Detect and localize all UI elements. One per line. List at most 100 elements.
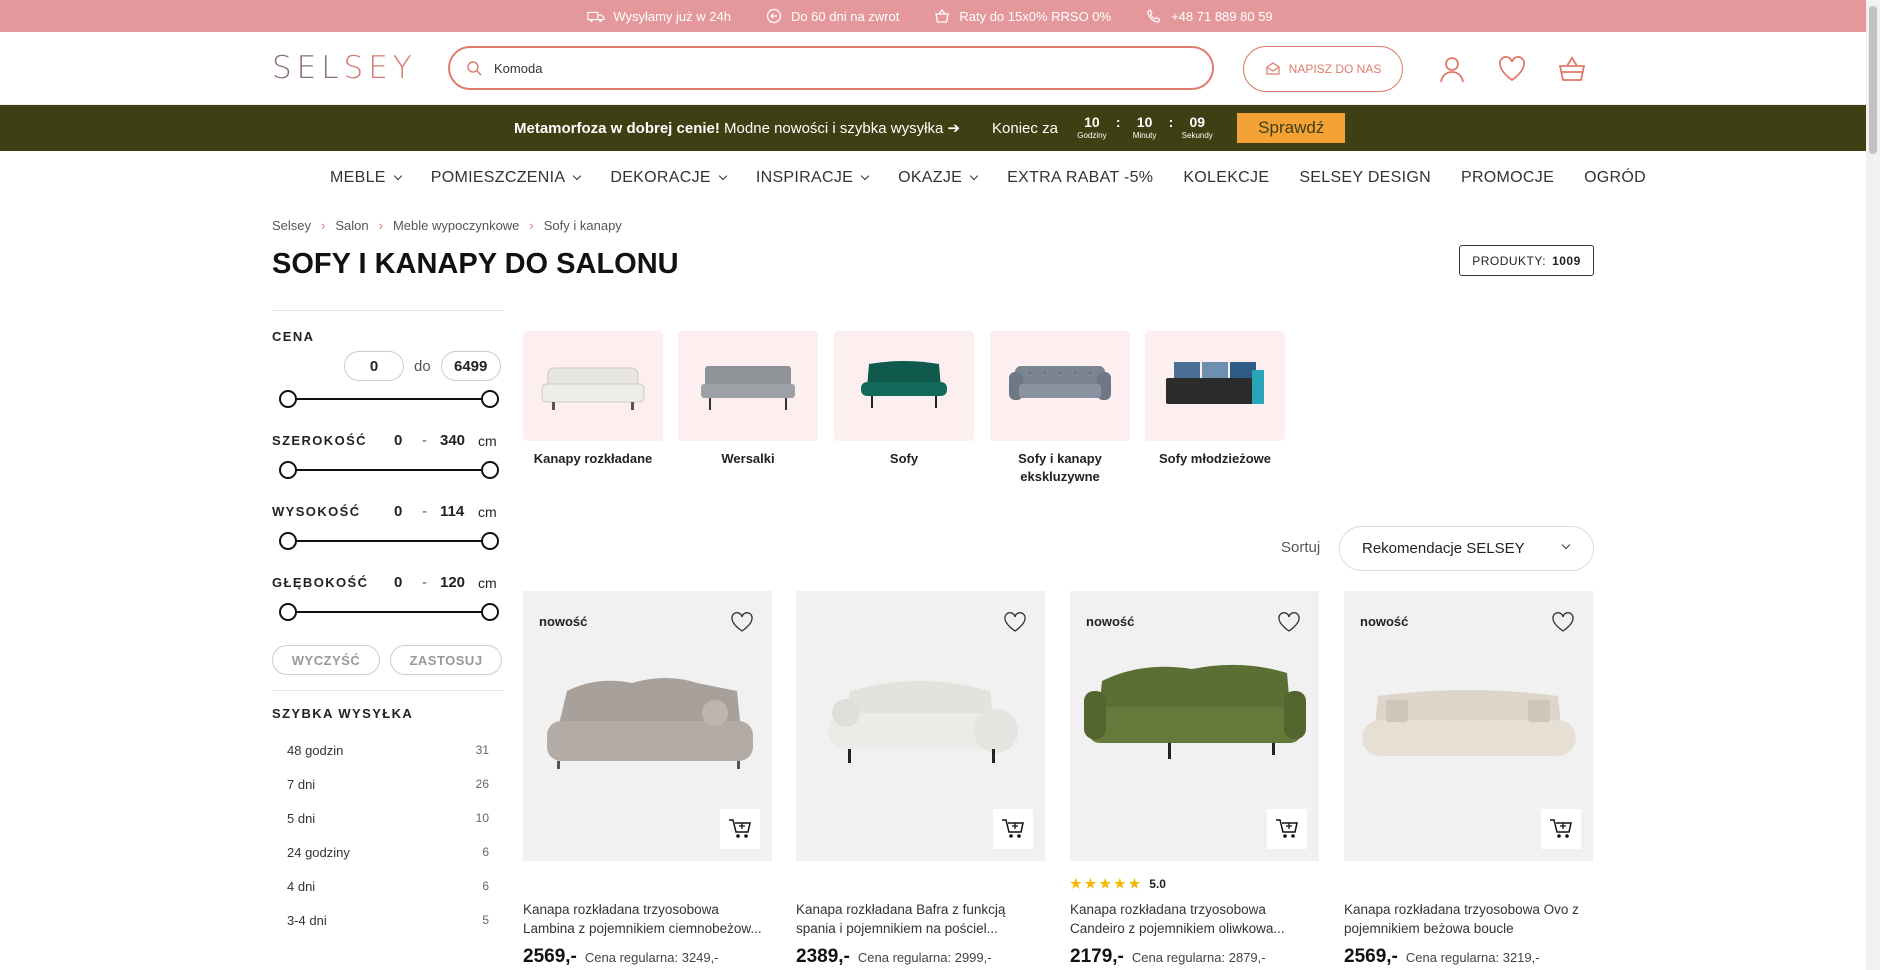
contact-us-button[interactable]: NAPISZ DO NAS [1243,46,1403,92]
slider-max-handle[interactable] [481,390,499,408]
page-title: SOFY I KANAPY DO SALONU [272,248,679,280]
slider-min-handle[interactable] [279,390,297,408]
installments-info[interactable]: Raty do 15x0% RRSO 0% [933,8,1111,24]
wishlist-heart-icon[interactable] [1551,611,1575,633]
width-slider[interactable] [279,461,499,479]
shipping-option[interactable]: 48 godzin 31 [272,733,504,767]
wishlist-heart-icon[interactable] [1497,54,1527,84]
shipping-option[interactable]: 5 dni 10 [272,801,504,835]
search-icon [467,61,482,76]
add-to-cart-button[interactable] [1267,809,1307,849]
site-header: SELSEY Komoda NAPISZ DO NAS [0,32,1880,105]
slider-min-handle[interactable] [279,461,297,479]
wishlist-heart-icon[interactable] [730,611,754,633]
width-min-value[interactable]: 0 [394,432,422,449]
breadcrumb-item[interactable]: Selsey [272,218,311,233]
add-to-cart-button[interactable] [720,809,760,849]
sofa-image [547,678,753,769]
product-card[interactable]: nowość [1070,591,1319,861]
fast-shipping-title: SZYBKA WYSYŁKA [272,706,414,721]
depth-slider[interactable] [279,603,499,621]
slider-max-handle[interactable] [481,603,499,621]
countdown-timer: 10 Godziny : 10 Minuty : 09 Sekundy [1077,114,1213,140]
shipping-option[interactable]: 24 godziny 6 [272,835,504,869]
product-name[interactable]: Kanapa rozkładana trzyosobowa Lambina z … [523,900,772,938]
category-tile[interactable]: Sofy [834,331,974,468]
slider-max-handle[interactable] [481,461,499,479]
slider-max-handle[interactable] [481,532,499,550]
return-info[interactable]: Do 60 dni na zwrot [765,8,899,24]
price-min-input[interactable]: 0 [344,351,404,381]
sort-select[interactable]: Rekomendacje SELSEY [1339,526,1594,571]
depth-min-value[interactable]: 0 [394,574,422,591]
price-max-input[interactable]: 6499 [440,351,501,381]
nav-item-ogrod[interactable]: OGRÓD [1584,169,1646,187]
selsey-logo[interactable]: SELSEY [272,50,417,86]
product-image[interactable]: nowość [1070,591,1319,861]
product-price: 2179,- Cena regularna: 2879,- [1070,946,1266,968]
nav-item-meble[interactable]: MEBLE [330,169,402,187]
category-tile[interactable]: Sofy młodzieżowe [1145,331,1285,468]
wishlist-heart-icon[interactable] [1277,611,1301,633]
product-image[interactable] [796,591,1045,861]
shipping-option[interactable]: 7 dni 26 [272,767,504,801]
nav-item-kolekcje[interactable]: KOLEKCJE [1183,169,1269,187]
product-name[interactable]: Kanapa rozkładana trzyosobowa Candeiro z… [1070,900,1319,938]
contact-us-label: NAPISZ DO NAS [1288,62,1382,76]
category-tile[interactable]: Wersalki [678,331,818,468]
category-image [523,331,663,441]
nav-item-dekoracje[interactable]: DEKORACJE [610,169,728,187]
depth-filter-title: GŁĘBOKOŚĆ [272,575,369,590]
product-name[interactable]: Kanapa rozkładana trzyosobowa Ovo z poje… [1344,900,1593,938]
star-icon: ★ [1084,876,1097,891]
height-min-value[interactable]: 0 [394,503,422,520]
nav-item-okazje[interactable]: OKAZJE [898,169,979,187]
current-price: 2569,- [1344,946,1398,967]
add-to-cart-button[interactable] [1541,809,1581,849]
height-slider[interactable] [279,532,499,550]
page: Wysyłamy już w 24h Do 60 dni na zwrot Ra… [0,0,1880,970]
add-to-cart-button[interactable] [993,809,1033,849]
search-input[interactable]: Komoda [448,46,1214,90]
nav-item-selsey-design[interactable]: SELSEY DESIGN [1299,169,1431,187]
shipping-option[interactable]: 4 dni 6 [272,869,504,903]
nav-item-pomieszczenia[interactable]: POMIESZCZENIA [431,169,582,187]
product-card[interactable]: nowość [1344,591,1593,861]
nav-item-promocje[interactable]: PROMOCJE [1461,169,1554,187]
breadcrumb-item[interactable]: Salon [335,218,368,233]
apply-filters-button[interactable]: ZASTOSUJ [390,645,502,675]
nav-item-extra-rabat[interactable]: EXTRA RABAT -5% [1007,169,1153,187]
product-card[interactable] [796,591,1045,861]
breadcrumb-item[interactable]: Meble wypoczynkowe [393,218,519,233]
product-image[interactable]: nowość [1344,591,1593,861]
slider-min-handle[interactable] [279,532,297,550]
phone-info[interactable]: +48 71 889 80 59 [1145,8,1273,24]
page-scrollbar[interactable] [1866,0,1880,970]
promo-text[interactable]: Metamorfoza w dobrej cenie! Modne nowośc… [514,119,960,137]
category-tile[interactable]: Sofy i kanapy ekskluzywne [990,331,1130,486]
chevron-down-icon [860,171,870,181]
wishlist-heart-icon[interactable] [1003,611,1027,633]
slider-min-handle[interactable] [279,603,297,621]
countdown-label: Koniec za [992,119,1058,137]
product-image[interactable]: nowość [523,591,772,861]
product-name[interactable]: Kanapa rozkładana Bafra z funkcją spania… [796,900,1045,938]
installments-info-text: Raty do 15x0% RRSO 0% [959,8,1112,24]
nav-item-inspiracje[interactable]: INSPIRACJE [756,169,870,187]
account-icon[interactable] [1437,54,1467,84]
new-badge: nowość [1360,614,1409,629]
price-slider[interactable] [279,390,499,408]
category-tile[interactable]: Kanapy rozkładane [523,331,663,468]
depth-max-value[interactable]: 120 [440,574,478,591]
shipping-info[interactable]: Wysyłamy już w 24h [587,8,731,24]
promo-check-button[interactable]: Sprawdź [1237,113,1346,143]
height-max-value[interactable]: 114 [440,503,478,520]
product-card[interactable]: nowość [523,591,772,861]
products-count-badge: PRODUKTY: 1009 [1459,245,1594,276]
clear-filters-button[interactable]: WYCZYŚĆ [272,645,380,675]
width-max-value[interactable]: 340 [440,432,478,449]
shipping-option[interactable]: 3-4 dni 5 [272,903,504,937]
category-image [678,331,818,441]
cart-icon[interactable] [1557,54,1587,84]
scrollbar-thumb[interactable] [1869,6,1877,154]
